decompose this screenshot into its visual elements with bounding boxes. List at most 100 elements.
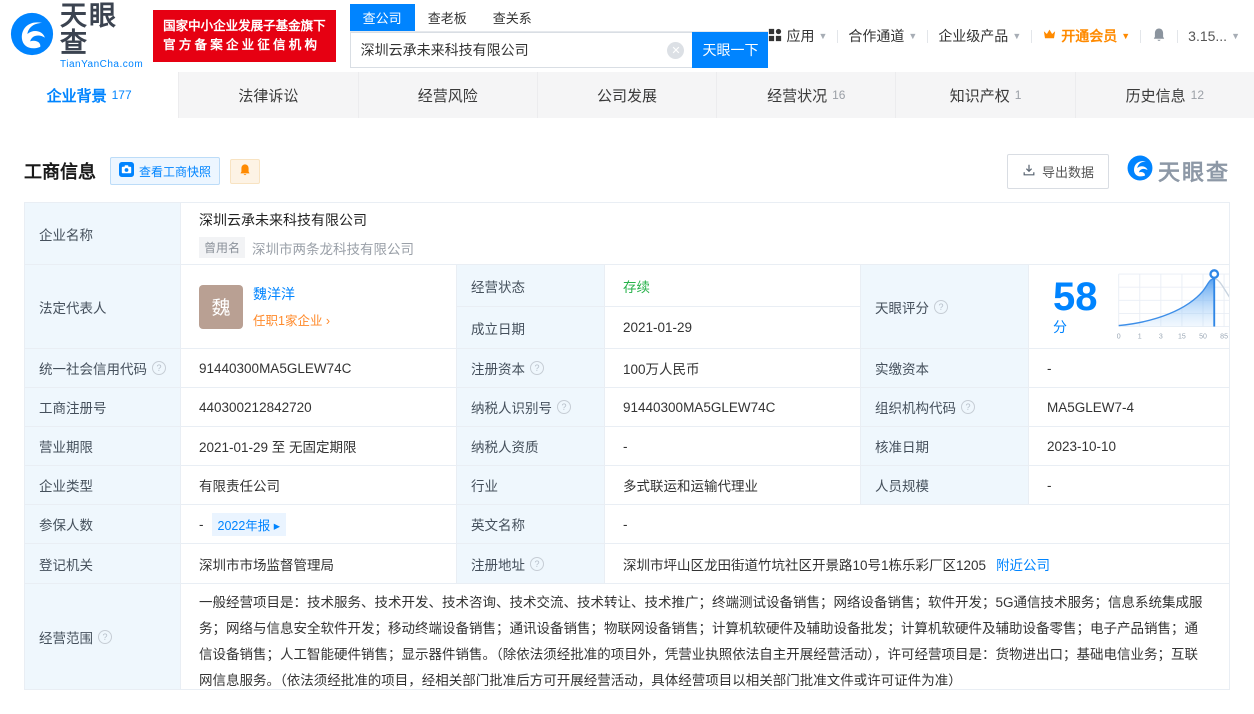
bell-icon [1151, 27, 1167, 46]
field-label-reg-number: 工商注册号 [25, 388, 181, 427]
company-section-tabs: 企业背景 177 法律诉讼 经营风险 公司发展 经营状况 16 知识产权 1 历… [0, 72, 1254, 118]
field-label-taxpayer-quality: 纳税人资质 [457, 427, 605, 466]
nav-cooperation-label: 合作通道 [848, 28, 905, 44]
field-value-company-type: 有限责任公司 [181, 466, 457, 505]
search-box: ✕ [349, 32, 693, 68]
field-label-paid-capital: 实缴资本 [861, 349, 1029, 388]
search-tab-boss[interactable]: 查老板 [415, 4, 480, 31]
field-value-address: 深圳市坪山区龙田街道竹坑社区开景路10号1栋乐彩厂区1205 附近公司 [605, 544, 1230, 584]
tab-label: 公司发展 [596, 87, 657, 105]
divider [1031, 29, 1033, 43]
tab-label: 经营风险 [417, 87, 478, 105]
help-icon[interactable]: ? [530, 361, 544, 375]
logo-subtitle: TianYanCha.com [60, 58, 144, 70]
field-label-legal-rep: 法定代表人 [25, 265, 181, 349]
crown-icon [1042, 27, 1057, 45]
field-value-credit-code: 91440300MA5GLEW74C [181, 349, 457, 388]
field-label-score: 天眼评分 ? [861, 265, 1029, 349]
field-label-approve-date: 核准日期 [861, 427, 1029, 466]
nav-vip-membership[interactable]: 开通会员 ▼ [1042, 26, 1130, 46]
user-menu-label: 3.15... [1188, 28, 1228, 44]
field-value-staff-size: - [1029, 466, 1230, 505]
clear-search-icon[interactable]: ✕ [667, 41, 685, 59]
field-value-insured-count: - 2022年报 ▸ [181, 505, 457, 544]
legal-rep-avatar[interactable]: 魏 [199, 284, 243, 329]
svg-text:50: 50 [1199, 334, 1207, 341]
legal-rep-companies-link[interactable]: 任职1家企业 › [253, 310, 330, 329]
eye-logo-icon [10, 12, 54, 61]
nearby-companies-link[interactable]: 附近公司 [996, 554, 1050, 574]
field-value-approve-date: 2023-10-10 [1029, 427, 1230, 466]
tab-operating-status[interactable]: 经营状况 16 [717, 72, 897, 118]
search-tab-company[interactable]: 查公司 [349, 4, 415, 31]
field-label-business-scope: 经营范围 ? [25, 584, 181, 690]
tab-company-development[interactable]: 公司发展 [538, 72, 718, 118]
help-icon[interactable]: ? [98, 629, 112, 644]
svg-text:85: 85 [1220, 334, 1228, 341]
apps-grid-icon [768, 28, 782, 45]
tab-history-info[interactable]: 历史信息 12 [1076, 72, 1254, 118]
former-name: 深圳市两条龙科技有限公司 [252, 241, 415, 257]
search-block: 查公司 查老板 查关系 ✕ 天眼一下 [349, 4, 769, 68]
svg-text:1: 1 [1137, 334, 1141, 341]
nav-cooperation[interactable]: 合作通道 ▼ [848, 26, 917, 46]
tab-label: 法律诉讼 [238, 87, 299, 105]
field-label-taxpayer-id: 纳税人识别号 ? [457, 388, 605, 427]
divider [1177, 29, 1179, 43]
field-value-status: 存续 [605, 265, 861, 307]
field-value-legal-rep: 魏 魏洋洋 任职1家企业 › [181, 265, 457, 349]
gov-badge-line1: 国家中小企业发展子基金旗下 [163, 19, 326, 33]
top-nav: 应用 ▼ 合作通道 ▼ 企业级产品 ▼ 开通会员 ▼ 3.15... ▼ [768, 26, 1240, 46]
logo-title: 天眼查 [60, 0, 118, 58]
svg-text:15: 15 [1178, 334, 1186, 341]
gov-badge-line2: 官方备案企业征信机构 [163, 38, 321, 52]
legal-rep-name-link[interactable]: 魏洋洋 [253, 284, 330, 304]
business-info-table: 企业名称 深圳云承未来科技有限公司 曾用名 深圳市两条龙科技有限公司 法定代表人… [24, 202, 1230, 690]
export-data-button[interactable]: 导出数据 [1006, 153, 1109, 189]
status-badge: 存续 [623, 279, 650, 295]
help-icon[interactable]: ? [530, 556, 544, 571]
tab-intellectual-property[interactable]: 知识产权 1 [896, 72, 1076, 118]
svg-text:0: 0 [1116, 334, 1120, 341]
score-distribution-chart: 0 1 3 15 50 85 97 99 100 [1114, 266, 1229, 347]
annual-report-link[interactable]: 2022年报 ▸ [211, 512, 287, 536]
business-scope-text: 一般经营项目是：技术服务、技术开发、技术咨询、技术交流、技术转让、技术推广；终端… [199, 595, 1203, 688]
search-tabs: 查公司 查老板 查关系 [349, 4, 769, 32]
field-value-taxpayer-quality: - [605, 427, 861, 466]
tab-operational-risk[interactable]: 经营风险 [359, 72, 538, 118]
business-info-header: 工商信息 查看工商快照 导出数据 天眼查 [24, 153, 1230, 189]
chevron-down-icon: ▼ [1121, 31, 1131, 41]
top-header: 天眼查 TianYanCha.com 国家中小企业发展子基金旗下 官方备案企业征… [0, 0, 1254, 72]
field-label-english-name: 英文名称 [457, 505, 605, 544]
help-icon[interactable]: ? [557, 400, 571, 414]
field-label-business-term: 营业期限 [25, 427, 181, 466]
field-value-registry: 深圳市市场监督管理局 [181, 544, 457, 584]
nav-enterprise-products[interactable]: 企业级产品 ▼ [938, 26, 1021, 46]
help-icon[interactable]: ? [152, 361, 166, 375]
notifications-bell[interactable] [1151, 27, 1167, 46]
field-label-company-type: 企业类型 [25, 466, 181, 505]
company-name: 深圳云承未来科技有限公司 [199, 212, 367, 228]
search-button[interactable]: 天眼一下 [692, 32, 769, 68]
gov-certification-badge: 国家中小企业发展子基金旗下 官方备案企业征信机构 [153, 10, 336, 62]
tianyancha-logo[interactable]: 天眼查 TianYanCha.com [10, 0, 144, 70]
tab-label: 历史信息 [1125, 87, 1186, 105]
help-icon[interactable]: ? [934, 299, 948, 314]
snapshot-button[interactable]: 查看工商快照 [110, 157, 221, 185]
eye-logo-icon [1127, 155, 1153, 187]
score-value: 58 [1053, 274, 1098, 319]
tab-legal-proceedings[interactable]: 法律诉讼 [179, 72, 359, 118]
field-label-staff-size: 人员规模 [861, 466, 1029, 505]
chevron-down-icon: ▼ [908, 31, 918, 41]
search-input[interactable] [360, 42, 668, 58]
bell-icon [238, 163, 252, 180]
user-menu[interactable]: 3.15... ▼ [1188, 28, 1240, 44]
help-icon[interactable]: ? [961, 400, 975, 414]
tab-label: 企业背景 [46, 87, 107, 105]
field-value-paid-capital: - [1029, 349, 1230, 388]
search-tab-relation[interactable]: 查关系 [480, 4, 545, 31]
field-label-address: 注册地址 ? [457, 544, 605, 584]
tab-company-background[interactable]: 企业背景 177 [0, 72, 180, 118]
monitor-alert-button[interactable] [230, 158, 261, 184]
nav-apps[interactable]: 应用 ▼ [768, 26, 827, 46]
